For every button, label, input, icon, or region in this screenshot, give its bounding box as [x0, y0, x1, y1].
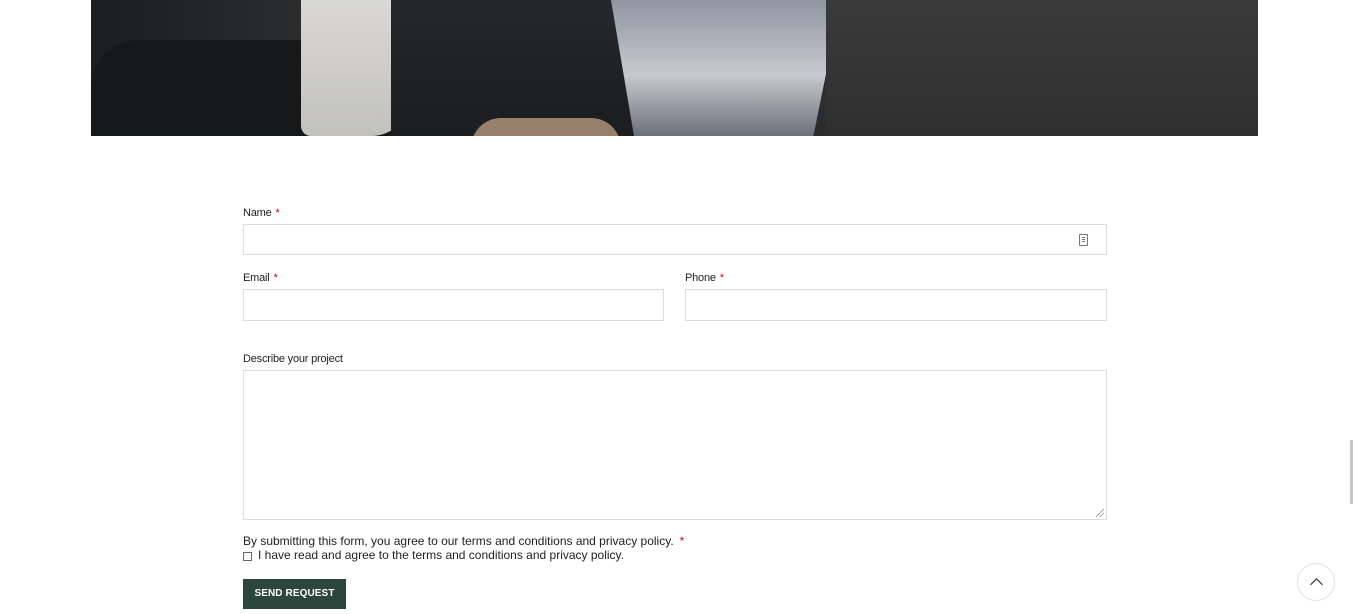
hero-jacket-left — [391, 0, 641, 136]
terms-checkbox-label[interactable]: I have read and agree to the terms and c… — [258, 548, 624, 562]
name-field[interactable] — [244, 225, 1106, 254]
hero-image — [91, 0, 1258, 136]
resize-grip-icon[interactable] — [1096, 509, 1104, 517]
describe-field-box — [243, 370, 1107, 520]
terms-checkbox-row[interactable]: I have read and agree to the terms and c… — [243, 548, 624, 562]
contact-card-icon[interactable] — [1079, 234, 1088, 246]
hero-hand — [471, 118, 621, 136]
email-label-text: Email — [243, 272, 270, 284]
send-request-button[interactable]: SEND REQUEST — [243, 579, 346, 609]
phone-label: Phone * — [685, 272, 724, 284]
email-label: Email * — [243, 272, 278, 284]
required-mark: * — [719, 272, 724, 284]
terms-checkbox[interactable] — [243, 551, 252, 561]
hero-jacket-right — [826, 0, 1258, 136]
describe-label: Describe your project — [243, 353, 343, 365]
consent-statement: By submitting this form, you agree to ou… — [243, 534, 684, 548]
hero-shirt-center — [611, 0, 841, 136]
consent-text: By submitting this form, you agree to ou… — [243, 534, 674, 548]
chevron-up-icon[interactable] — [1297, 563, 1335, 601]
required-mark: * — [679, 534, 685, 548]
required-mark: * — [275, 207, 280, 219]
name-label: Name * — [243, 207, 280, 219]
name-field-box — [243, 224, 1107, 255]
email-field-box — [243, 289, 664, 321]
phone-field-box — [685, 289, 1107, 321]
name-label-text: Name — [243, 207, 272, 219]
describe-project-textarea[interactable] — [244, 371, 1106, 519]
email-field[interactable] — [244, 290, 663, 320]
phone-field[interactable] — [686, 290, 1106, 320]
required-mark: * — [273, 272, 278, 284]
phone-label-text: Phone — [685, 272, 716, 284]
